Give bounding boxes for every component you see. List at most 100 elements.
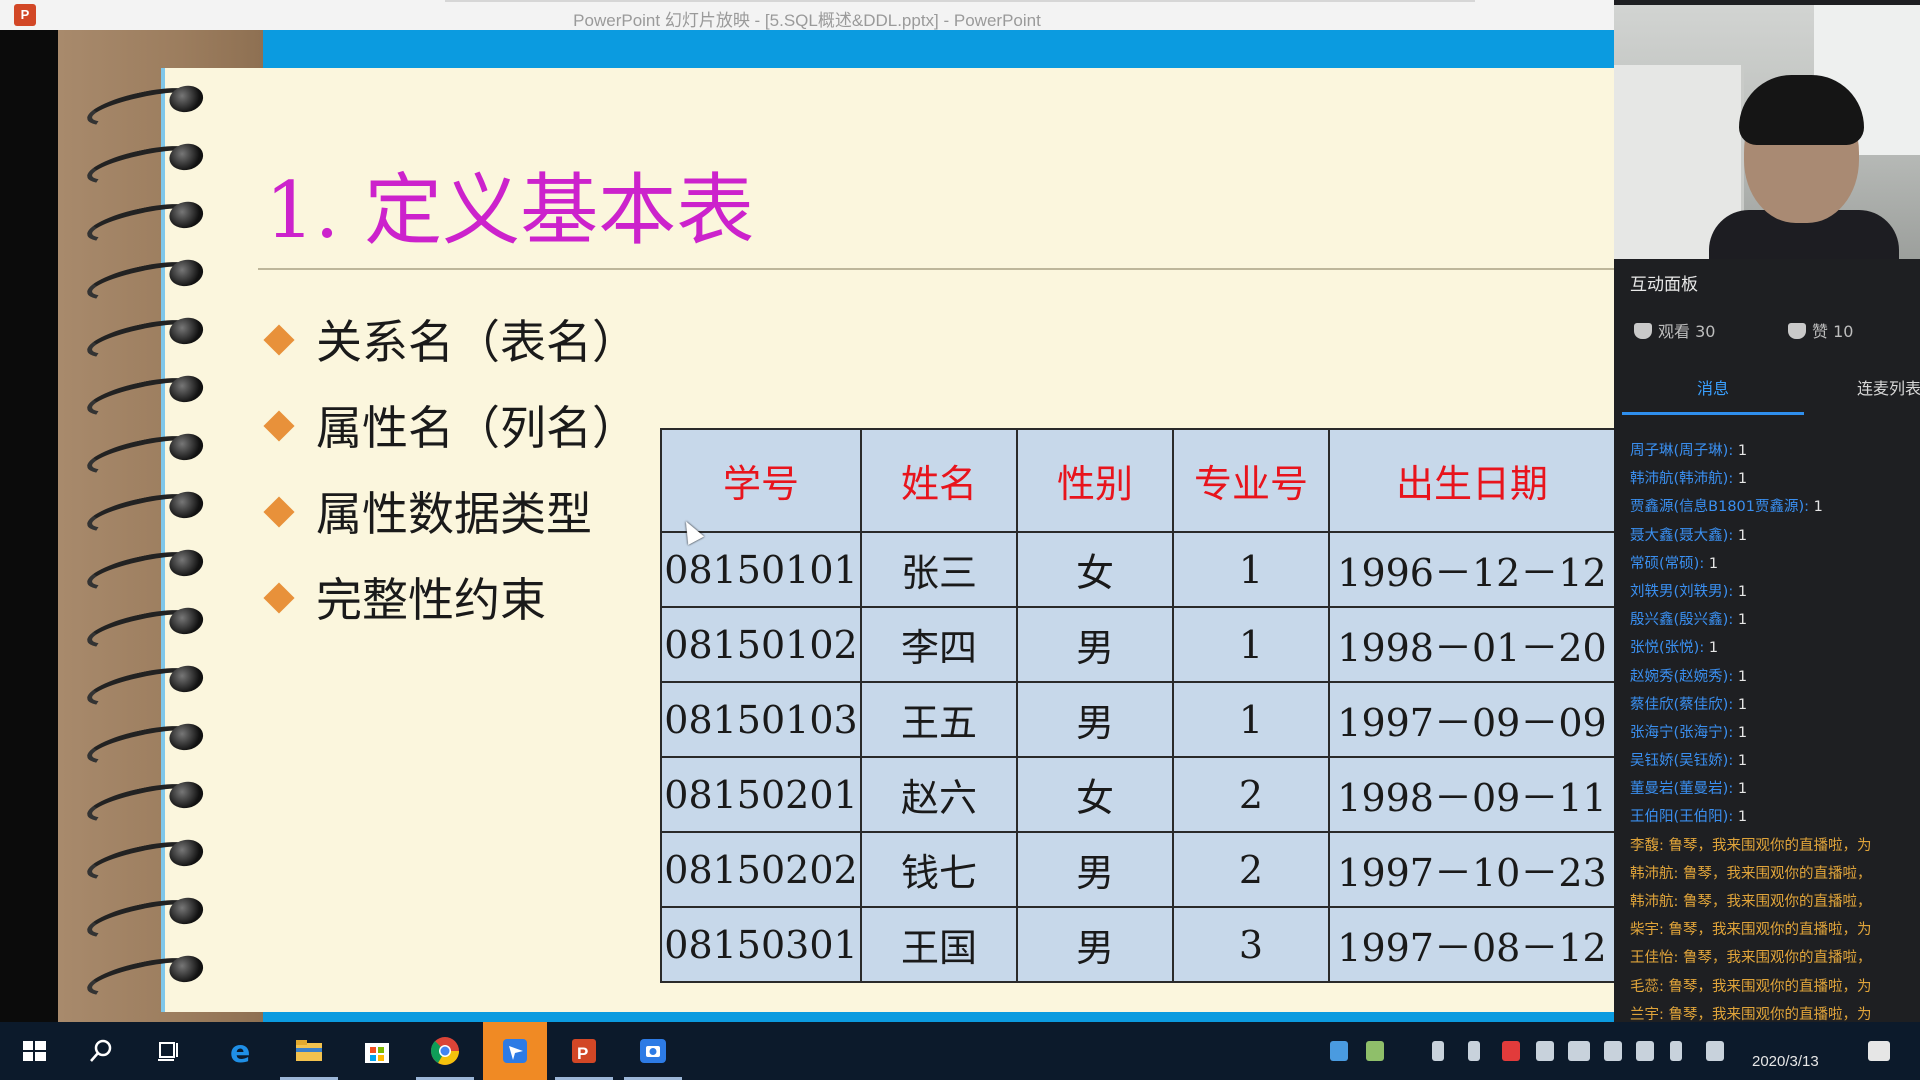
- slide-title: 1. 定义基本表: [265, 166, 755, 256]
- camera-app-icon[interactable]: [634, 1032, 672, 1070]
- search-icon[interactable]: [82, 1032, 120, 1070]
- table-cell: 女: [1016, 531, 1174, 608]
- powerpoint-icon[interactable]: P: [565, 1032, 603, 1070]
- message-author: 柴宇:: [1630, 922, 1669, 939]
- message-item: 韩沛航: 鲁琴，我来围观你的直播啦，: [1630, 860, 1920, 888]
- message-author: 韩沛航(韩沛航):: [1630, 471, 1738, 488]
- message-text: 1: [1737, 696, 1748, 713]
- message-text: 鲁琴，我来围观你的直播啦，: [1683, 865, 1872, 882]
- table-cell: 王五: [860, 681, 1018, 758]
- table-row: 08150101 张三 女 1 1996－12－12: [660, 531, 1616, 608]
- diamond-bullet-icon: [263, 496, 295, 528]
- titlebar-top-line: [445, 0, 1475, 2]
- tab-messages[interactable]: 消息: [1614, 375, 1812, 399]
- usb-icon[interactable]: [1468, 1041, 1480, 1061]
- table-cell: 2: [1172, 756, 1330, 833]
- network-icon[interactable]: [1604, 1041, 1622, 1061]
- chrome-icon[interactable]: [426, 1032, 464, 1070]
- table-cell: 08150102: [660, 606, 862, 683]
- microphone-icon[interactable]: [1432, 1041, 1444, 1061]
- message-text: 鲁琴，我来围观你的直播啦，为: [1668, 922, 1872, 939]
- message-item: 赵婉秀(赵婉秀): 1: [1630, 663, 1920, 691]
- message-item: 兰宇: 鲁琴，我来围观你的直播啦，为: [1630, 1001, 1920, 1022]
- table-header-row: 学号 姓名 性别 专业号 出生日期: [660, 428, 1616, 533]
- message-text: 1: [1737, 443, 1748, 459]
- windows-start-icon[interactable]: [15, 1032, 53, 1070]
- task-view-icon[interactable]: [150, 1032, 188, 1070]
- message-author: 张海宁(张海宁):: [1630, 724, 1738, 741]
- message-item: 聂大鑫(聂大鑫): 1: [1630, 522, 1920, 550]
- message-author: 常硕(常硕):: [1630, 555, 1709, 572]
- message-item: 王伯阳(王伯阳): 1: [1630, 803, 1920, 831]
- edge-icon[interactable]: e: [222, 1032, 260, 1070]
- message-text: 鲁琴，我来围观你的直播啦，为: [1668, 978, 1872, 995]
- message-text: 1: [1737, 612, 1748, 629]
- message-text: 鲁琴，我来围观你的直播啦，: [1683, 894, 1872, 910]
- message-author: 韩沛航:: [1630, 894, 1683, 910]
- input-method-icon[interactable]: [1502, 1041, 1520, 1061]
- tab-mic-list[interactable]: 连麦列表: [1857, 375, 1920, 399]
- message-item: 韩沛航: 鲁琴，我来围观你的直播啦，: [1630, 888, 1920, 916]
- like-count-text: 赞 10: [1812, 322, 1854, 341]
- tray-app-icon[interactable]: [1330, 1041, 1348, 1061]
- message-text: 1: [1737, 668, 1748, 685]
- message-item: 张海宁(张海宁): 1: [1630, 719, 1920, 747]
- message-text: 1: [1737, 527, 1748, 544]
- svg-text:e: e: [230, 1035, 250, 1070]
- message-item: 刘轶男(刘轶男): 1: [1630, 578, 1920, 606]
- window-title: PowerPoint 幻灯片放映 - [5.SQL概述&DDL.pptx] - …: [573, 11, 1041, 30]
- file-explorer-icon[interactable]: [290, 1032, 328, 1070]
- message-list[interactable]: 周子琳(周子琳): 1 韩沛航(韩沛航): 1 贾鑫源(信息B1801贾鑫源): 1…: [1630, 437, 1920, 1022]
- table-cell: 1997－08－12: [1328, 906, 1616, 983]
- message-item: 毛蕊: 鲁琴，我来围观你的直播啦，为: [1630, 973, 1920, 1001]
- table-cell: 1998－09－11: [1328, 756, 1616, 833]
- store-icon[interactable]: [358, 1032, 396, 1070]
- message-text: 1: [1708, 640, 1719, 657]
- diamond-bullet-icon: [263, 582, 295, 614]
- table-cell: 钱七: [860, 831, 1018, 908]
- message-author: 毛蕊:: [1630, 978, 1669, 995]
- bullet-text: 属性数据类型: [316, 487, 592, 541]
- security-icon[interactable]: [1536, 1041, 1554, 1061]
- message-author: 张悦(张悦):: [1630, 640, 1709, 657]
- message-item: 张悦(张悦): 1: [1630, 634, 1920, 662]
- message-author: 聂大鑫(聂大鑫):: [1630, 527, 1738, 544]
- table-cell: 1996－12－12: [1328, 531, 1616, 608]
- taskbar-clock[interactable]: 2020/3/13: [1752, 1053, 1819, 1070]
- message-author: 刘轶男(刘轶男):: [1630, 583, 1738, 600]
- notification-icon[interactable]: [1868, 1041, 1890, 1061]
- volume-icon[interactable]: [1636, 1041, 1654, 1061]
- message-author: 贾鑫源(信息B1801贾鑫源):: [1630, 499, 1814, 516]
- message-text: 鲁琴，我来围观你的直播啦，: [1683, 950, 1872, 967]
- message-text: 1: [1708, 555, 1719, 572]
- bullet-text: 属性名（列名）: [316, 401, 638, 455]
- table-cell: 3: [1172, 906, 1330, 983]
- message-item: 蔡佳欣(蔡佳欣): 1: [1630, 691, 1920, 719]
- message-author: 周子琳(周子琳):: [1630, 443, 1738, 459]
- table-cell: 男: [1016, 831, 1174, 908]
- column-header: 姓名: [860, 428, 1018, 533]
- message-text: 1: [1737, 753, 1748, 770]
- like-count[interactable]: 赞 10: [1788, 318, 1853, 342]
- message-item: 常硕(常硕): 1: [1630, 550, 1920, 578]
- message-text: 1: [1737, 724, 1748, 741]
- message-text: 1: [1737, 471, 1748, 488]
- column-header: 性别: [1016, 428, 1174, 533]
- table-cell: 男: [1016, 906, 1174, 983]
- table-row: 08150202 钱七 男 2 1997－10－23: [660, 831, 1616, 908]
- message-item: 贾鑫源(信息B1801贾鑫源): 1: [1630, 493, 1920, 521]
- interaction-panel: 互动面板 观看 30 赞 10 消息 连麦列表 周子琳(周子琳): 1 韩沛航(韩…: [1614, 0, 1920, 1022]
- tray-app-icon[interactable]: [1366, 1041, 1384, 1061]
- battery-icon[interactable]: [1568, 1041, 1590, 1061]
- message-item: 韩沛航(韩沛航): 1: [1630, 465, 1920, 493]
- webcam-video[interactable]: [1614, 5, 1920, 259]
- slide-bottom-bar: [263, 1012, 1614, 1022]
- message-author: 李馥:: [1630, 837, 1669, 854]
- bullet-item: 属性数据类型: [263, 478, 592, 544]
- diamond-bullet-icon: [263, 410, 295, 442]
- panel-title: 互动面板: [1630, 275, 1698, 295]
- sound-icon[interactable]: [1670, 1041, 1682, 1061]
- live-app-icon[interactable]: [496, 1032, 534, 1070]
- keyboard-icon[interactable]: [1706, 1041, 1724, 1061]
- table-cell: 男: [1016, 681, 1174, 758]
